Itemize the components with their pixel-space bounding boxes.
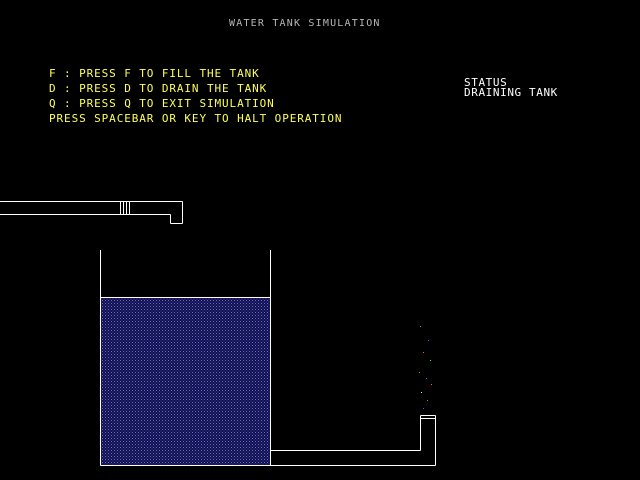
drip-particle <box>423 352 424 353</box>
tank-diagram <box>0 201 436 466</box>
outlet-pipe <box>270 415 436 466</box>
drip-particle <box>421 392 422 393</box>
drip-particle <box>430 360 431 361</box>
drip-particle <box>431 384 432 385</box>
tank-water <box>101 297 270 465</box>
drip-particle <box>420 326 421 327</box>
drip-particle <box>428 340 429 341</box>
simulation-screen[interactable]: WATER TANK SIMULATION F : PRESS F TO FIL… <box>0 0 640 480</box>
inlet-pipe <box>0 201 183 224</box>
drain-drips <box>419 326 432 409</box>
drip-particle <box>423 408 424 409</box>
drip-particle <box>427 400 428 401</box>
drip-particle <box>426 378 427 379</box>
drip-particle <box>419 372 420 373</box>
inlet-valve[interactable] <box>120 201 130 215</box>
